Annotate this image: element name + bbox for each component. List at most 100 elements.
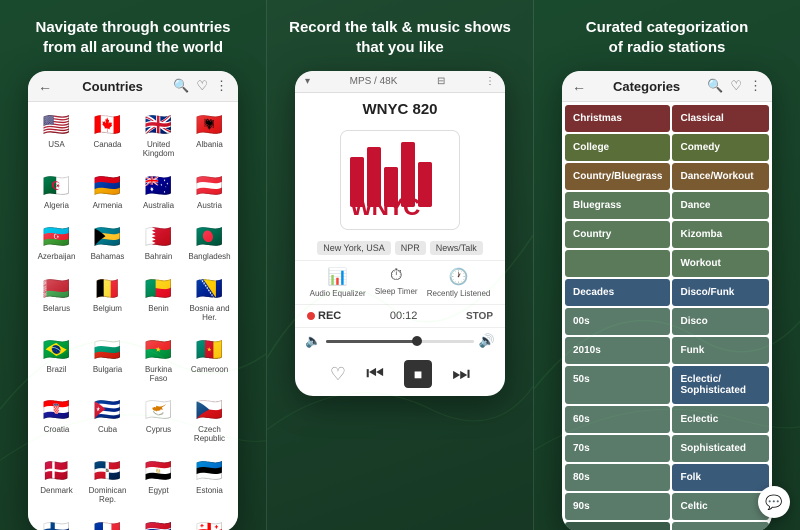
- list-item[interactable]: 🇬🇲 Gambia: [134, 513, 183, 530]
- more-icon[interactable]: ⋮: [215, 78, 228, 94]
- player-more-icon[interactable]: ⋮: [485, 76, 495, 87]
- country-flag: 🇧🇾: [39, 276, 75, 302]
- list-item[interactable]: College: [565, 134, 670, 161]
- list-item[interactable]: Maori: [672, 522, 769, 530]
- categories-back-icon[interactable]: ←: [572, 78, 586, 94]
- categories-scroll[interactable]: ChristmasClassicalCollegeComedyCountry/B…: [562, 102, 772, 530]
- list-item[interactable]: 🇺🇸 USA: [32, 106, 81, 165]
- list-item[interactable]: 🇦🇹 Austria: [185, 167, 234, 217]
- list-item[interactable]: 00s: [565, 308, 670, 335]
- list-item[interactable]: Dance/Workout: [672, 163, 769, 190]
- list-item[interactable]: 🇧🇩 Bangladesh: [185, 218, 234, 268]
- list-item[interactable]: 70s: [565, 435, 670, 462]
- list-item[interactable]: 🇪🇬 Egypt: [134, 452, 183, 511]
- back-icon[interactable]: ←: [38, 78, 52, 94]
- list-item[interactable]: 🇦🇺 Australia: [134, 167, 183, 217]
- rec-bar: REC 00:12 STOP: [295, 304, 505, 328]
- volume-fill: [326, 340, 415, 343]
- list-item[interactable]: 🇧🇪 Belgium: [83, 270, 132, 329]
- list-item[interactable]: 50s: [565, 366, 670, 404]
- prev-button[interactable]: ⏮: [366, 363, 384, 386]
- country-name: Bahamas: [91, 253, 125, 262]
- list-item[interactable]: 🇧🇭 Bahrain: [134, 218, 183, 268]
- list-item[interactable]: Workout: [672, 250, 769, 277]
- svg-text:WNYC: WNYC: [350, 194, 420, 217]
- list-item[interactable]: 🇬🇪 Georgia: [185, 513, 234, 530]
- volume-track[interactable]: [326, 340, 474, 343]
- list-item[interactable]: Disco: [672, 308, 769, 335]
- list-item[interactable]: 🇧🇷 Brazil: [32, 331, 81, 390]
- list-item[interactable]: Eclectic: [672, 406, 769, 433]
- stop-playback-button[interactable]: ■: [404, 360, 432, 388]
- list-item[interactable]: 🇧🇫 Burkina Faso: [134, 331, 183, 390]
- list-item[interactable]: Bluegrass: [565, 192, 670, 219]
- list-item[interactable]: 🇧🇯 Benin: [134, 270, 183, 329]
- search-icon[interactable]: 🔍: [173, 78, 189, 94]
- volume-low-icon: 🔈: [305, 333, 321, 349]
- list-item[interactable]: [565, 250, 670, 277]
- categories-more-icon[interactable]: ⋮: [749, 78, 762, 94]
- header-icons: 🔍 ♡ ⋮: [173, 78, 228, 94]
- list-item[interactable]: 🇧🇾 Belarus: [32, 270, 81, 329]
- cast-icon[interactable]: ⊟: [437, 76, 445, 87]
- list-item[interactable]: Comedy: [672, 134, 769, 161]
- categories-heart-icon[interactable]: ♡: [730, 78, 742, 94]
- list-item[interactable]: Celtic: [672, 493, 769, 520]
- list-item[interactable]: 🇨🇾 Cyprus: [134, 391, 183, 450]
- left-panel: Navigate through countries from all arou…: [0, 0, 267, 530]
- dropdown-icon[interactable]: ▾: [305, 76, 310, 87]
- country-name: Estonia: [196, 487, 223, 496]
- country-flag: 🇪🇬: [141, 458, 177, 484]
- country-flag: 🇬🇲: [141, 519, 177, 530]
- list-item[interactable]: 🇦🇲 Armenia: [83, 167, 132, 217]
- list-item[interactable]: 🇪🇪 Estonia: [185, 452, 234, 511]
- list-item[interactable]: 🇧🇸 Bahamas: [83, 218, 132, 268]
- list-item[interactable]: 🇧🇦 Bosnia and Her.: [185, 270, 234, 329]
- rec-dot: [307, 312, 315, 320]
- favorite-button[interactable]: ♡: [330, 364, 346, 385]
- list-item[interactable]: Country/Bluegrass: [565, 163, 670, 190]
- list-item[interactable]: 60s: [565, 406, 670, 433]
- list-item[interactable]: 90s: [565, 493, 670, 520]
- country-name: Brazil: [46, 366, 66, 375]
- list-item[interactable]: Disco/Funk: [672, 279, 769, 306]
- list-item[interactable]: 🇬🇧 United Kingdom: [134, 106, 183, 165]
- fab-button[interactable]: 💬: [758, 486, 790, 518]
- list-item[interactable]: 🇫🇷 France: [83, 513, 132, 530]
- list-item[interactable]: Decades: [565, 279, 670, 306]
- list-item[interactable]: 🇫🇮 Finland: [32, 513, 81, 530]
- list-item[interactable]: 🇩🇰 Denmark: [32, 452, 81, 511]
- list-item[interactable]: Folk: [672, 464, 769, 491]
- list-item[interactable]: 🇦🇿 Azerbaijan: [32, 218, 81, 268]
- list-item[interactable]: 🇨🇿 Czech Republic: [185, 391, 234, 450]
- countries-scroll[interactable]: 🇺🇸 USA 🇨🇦 Canada 🇬🇧 United Kingdom 🇦🇱 Al…: [28, 102, 238, 530]
- list-item[interactable]: Dance: [672, 192, 769, 219]
- equalizer-control[interactable]: 📊 Audio Equalizer: [310, 267, 366, 298]
- list-item[interactable]: Eclectic/ Sophisticated: [672, 366, 769, 404]
- list-item[interactable]: 80s: [565, 464, 670, 491]
- country-flag: 🇫🇮: [39, 519, 75, 530]
- next-button[interactable]: ⏭: [452, 363, 470, 386]
- list-item[interactable]: Electronic: [565, 522, 670, 530]
- list-item[interactable]: 🇨🇦 Canada: [83, 106, 132, 165]
- list-item[interactable]: Christmas: [565, 105, 670, 132]
- list-item[interactable]: 🇩🇿 Algeria: [32, 167, 81, 217]
- list-item[interactable]: 🇩🇴 Dominican Rep.: [83, 452, 132, 511]
- list-item[interactable]: 🇨🇲 Cameroon: [185, 331, 234, 390]
- sleep-timer-control[interactable]: ⏱ Sleep Timer: [375, 267, 418, 298]
- list-item[interactable]: 🇧🇬 Bulgaria: [83, 331, 132, 390]
- list-item[interactable]: 🇭🇷 Croatia: [32, 391, 81, 450]
- list-item[interactable]: Funk: [672, 337, 769, 364]
- list-item[interactable]: 🇦🇱 Albania: [185, 106, 234, 165]
- list-item[interactable]: Kizomba: [672, 221, 769, 248]
- list-item[interactable]: 🇨🇺 Cuba: [83, 391, 132, 450]
- categories-search-icon[interactable]: 🔍: [707, 78, 723, 94]
- recently-listened-control[interactable]: 🕐 Recently Listened: [427, 267, 491, 298]
- list-item[interactable]: Classical: [672, 105, 769, 132]
- volume-thumb[interactable]: [412, 336, 422, 346]
- list-item[interactable]: 2010s: [565, 337, 670, 364]
- list-item[interactable]: Sophisticated: [672, 435, 769, 462]
- list-item[interactable]: Country: [565, 221, 670, 248]
- heart-icon[interactable]: ♡: [196, 78, 208, 94]
- stop-button[interactable]: STOP: [466, 311, 493, 322]
